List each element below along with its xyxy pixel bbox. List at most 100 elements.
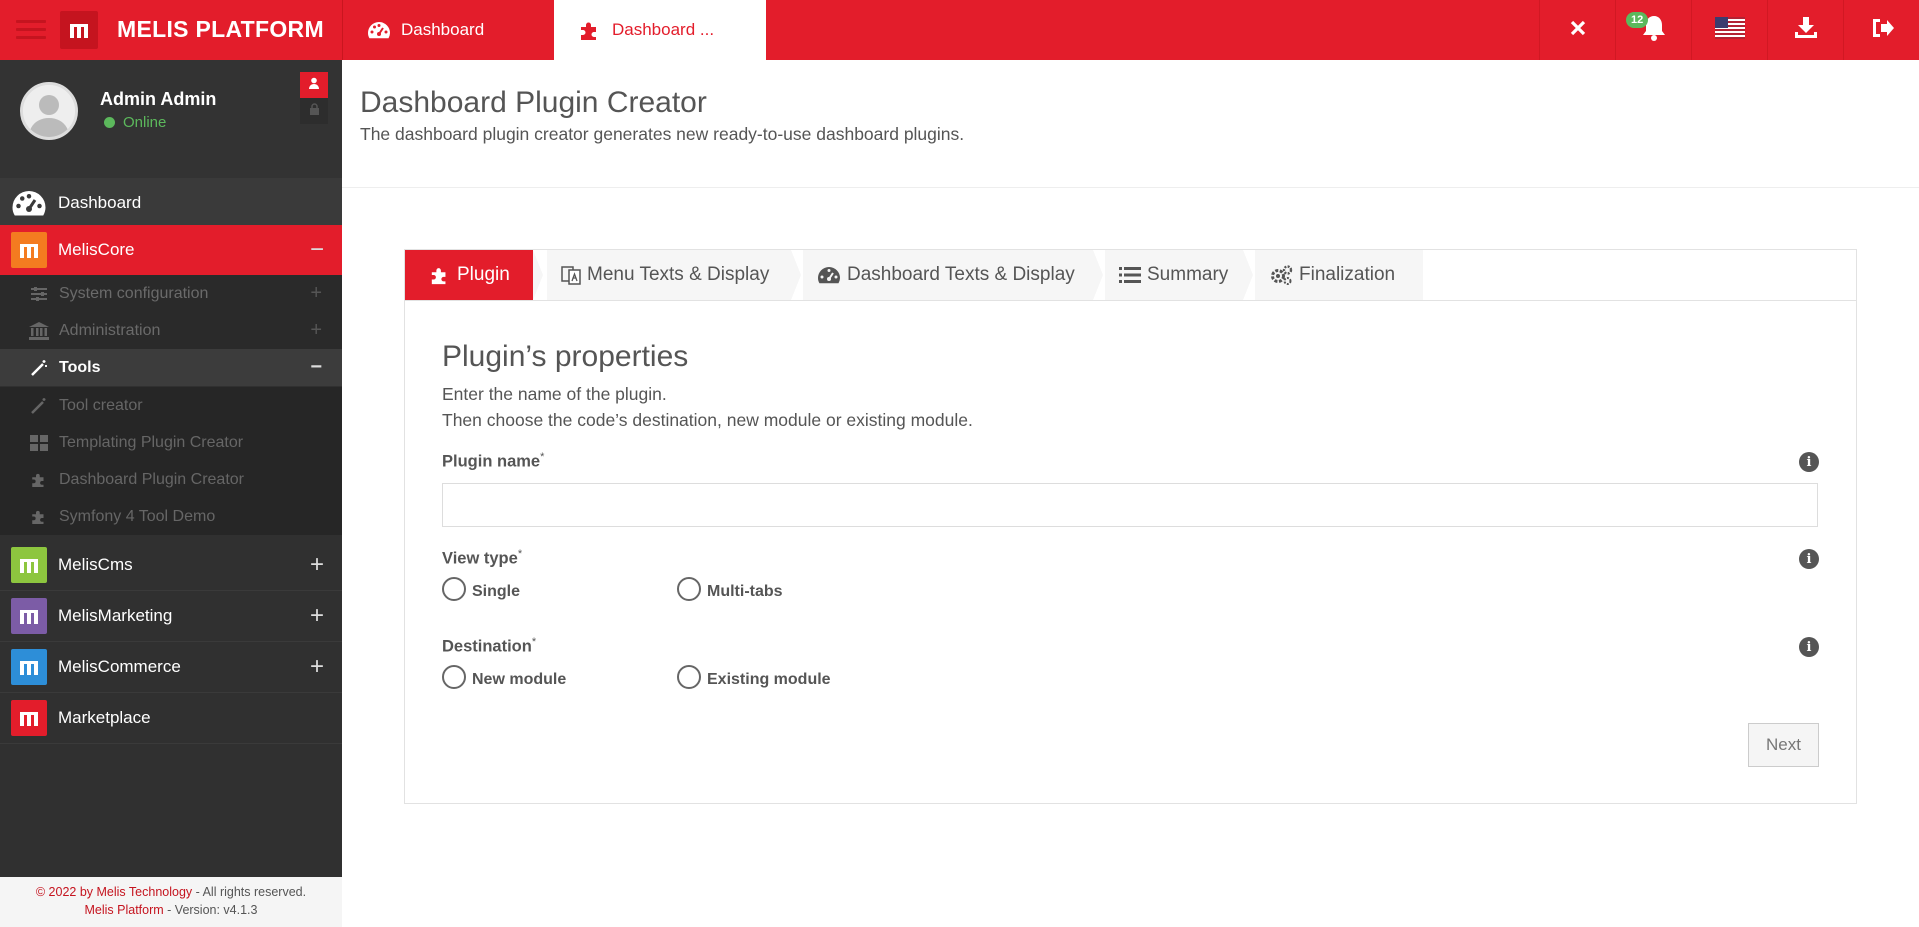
info-icon[interactable]: i (1799, 637, 1819, 657)
plugin-creator-wizard: Plugin Menu Texts & Display Dashboard Te… (404, 249, 1857, 804)
sidebar-item-administration[interactable]: Administration + (0, 312, 342, 349)
sidebar-item-meliscommerce[interactable]: MelisCommerce + (0, 642, 342, 693)
wizard-steps: Plugin Menu Texts & Display Dashboard Te… (405, 250, 1856, 301)
sidebar-item-meliscore[interactable]: MelisCore − (0, 225, 342, 275)
step-dashboard-texts-display[interactable]: Dashboard Texts & Display (803, 250, 1093, 300)
expand-icon[interactable]: + (310, 551, 324, 579)
lock-icon (309, 102, 320, 120)
tab-dashboard-plugin-creator[interactable]: Dashboard ... (554, 0, 766, 60)
collapse-icon[interactable]: − (310, 356, 322, 379)
form-title: Plugin’s properties (442, 340, 689, 373)
step-menu-texts-display[interactable]: Menu Texts & Display (547, 250, 791, 300)
version-text: - Version: v4.1.3 (163, 903, 258, 917)
grid-icon (28, 434, 50, 451)
company-link[interactable]: Melis Technology (97, 885, 193, 899)
radio-circle[interactable] (677, 665, 701, 689)
tab-label: Dashboard ... (612, 20, 715, 39)
plugin-name-input[interactable] (442, 483, 1818, 527)
melis-logo (60, 11, 98, 49)
radio-label: Existing module (707, 670, 831, 688)
sidebar-item-marketplace[interactable]: Marketplace (0, 693, 342, 744)
label-text: Plugin name (442, 452, 541, 471)
info-icon[interactable]: i (1799, 452, 1819, 472)
close-all-tabs-button[interactable] (1539, 0, 1615, 60)
menu-toggle-icon[interactable] (16, 20, 46, 40)
sidebar-item-system-configuration[interactable]: System configuration + (0, 275, 342, 312)
sidebar-item-label: Symfony 4 Tool Demo (59, 507, 216, 525)
sidebar-item-meliscms[interactable]: MelisCms + (0, 540, 342, 591)
close-icon (1570, 20, 1586, 41)
marketplace-logo-icon (11, 700, 47, 736)
puzzle-icon (578, 19, 602, 41)
sidebar-item-label: MelisCms (58, 555, 133, 574)
sidebar-item-label: Administration (59, 321, 161, 339)
tab-dashboard[interactable]: Dashboard (342, 0, 554, 60)
sidebar-item-tool-creator[interactable]: Tool creator (0, 387, 342, 424)
puzzle-icon (28, 471, 50, 488)
download-button[interactable] (1767, 0, 1843, 60)
destination-label: Destination* (442, 636, 536, 657)
dashboard-icon (817, 265, 841, 285)
user-icon (308, 76, 320, 94)
brand-title: MELIS PLATFORM (117, 16, 324, 42)
sliders-icon (28, 286, 50, 302)
view-type-label: View type* (442, 548, 522, 569)
collapse-icon[interactable]: − (310, 236, 324, 264)
sidebar-item-label: MelisCore (58, 240, 135, 259)
view-type-single-radio[interactable]: Single (442, 577, 521, 601)
destination-new-module-radio[interactable]: New module (442, 665, 567, 689)
list-icon (1119, 266, 1141, 284)
step-label: Summary (1147, 264, 1229, 285)
step-summary[interactable]: Summary (1105, 250, 1243, 300)
sidebar-item-dashboard[interactable]: Dashboard (0, 178, 342, 228)
tab-label: Dashboard (401, 20, 485, 39)
radio-circle[interactable] (677, 577, 701, 601)
avatar[interactable] (20, 82, 78, 140)
step-label: Menu Texts & Display (587, 264, 770, 285)
radio-circle[interactable] (442, 665, 466, 689)
sidebar-item-melismarketing[interactable]: MelisMarketing + (0, 591, 342, 642)
rights-text: - All rights reserved. (192, 885, 307, 899)
us-flag-icon (1714, 16, 1745, 44)
sidebar-item-label: Tools (59, 358, 101, 376)
logout-icon (1869, 16, 1895, 45)
label-text: View type (442, 549, 518, 568)
label-text: Destination (442, 637, 532, 656)
step-plugin[interactable]: Plugin (405, 250, 545, 300)
radio-label: Single (472, 582, 521, 600)
language-button[interactable] (1691, 0, 1767, 60)
plugin-name-label: Plugin name* (442, 451, 544, 472)
meliscommerce-logo-icon (11, 649, 47, 685)
puzzle-icon (28, 508, 50, 525)
radio-label: New module (472, 670, 567, 688)
expand-icon[interactable]: + (310, 653, 324, 681)
sidebar-item-dashboard-plugin-creator[interactable]: Dashboard Plugin Creator (0, 461, 342, 498)
sidebar-item-templating-plugin-creator[interactable]: Templating Plugin Creator (0, 424, 342, 461)
expand-icon[interactable]: + (310, 282, 322, 305)
destination-existing-module-radio[interactable]: Existing module (677, 665, 831, 689)
view-type-multi-tabs-radio[interactable]: Multi-tabs (677, 577, 783, 601)
meliscms-logo-icon (11, 547, 47, 583)
meliscore-logo-icon (11, 232, 47, 268)
step-finalization[interactable]: Finalization (1255, 250, 1423, 300)
sidebar-item-tools[interactable]: Tools − (0, 349, 342, 386)
status-label: Online (123, 114, 167, 131)
dashboard-icon (11, 185, 47, 221)
expand-icon[interactable]: + (310, 319, 322, 342)
lock-button[interactable] (300, 98, 328, 124)
platform-link[interactable]: Melis Platform (85, 903, 164, 917)
radio-circle[interactable] (442, 577, 466, 601)
next-button[interactable]: Next (1748, 723, 1819, 767)
info-icon[interactable]: i (1799, 549, 1819, 569)
required-mark: * (517, 548, 523, 560)
expand-icon[interactable]: + (310, 602, 324, 630)
sidebar: Admin Admin Online Dashboard MelisCore −… (0, 60, 342, 877)
sidebar-item-label: MelisCommerce (58, 657, 181, 676)
description-line: Then choose the code’s destination, new … (442, 410, 973, 430)
step-label: Plugin (457, 264, 510, 285)
logout-button[interactable] (1843, 0, 1919, 60)
profile-button[interactable] (300, 72, 328, 98)
notifications-button[interactable]: 12 (1615, 0, 1691, 60)
sidebar-item-symfony-tool-demo[interactable]: Symfony 4 Tool Demo (0, 498, 342, 535)
user-name: Admin Admin (100, 89, 217, 109)
